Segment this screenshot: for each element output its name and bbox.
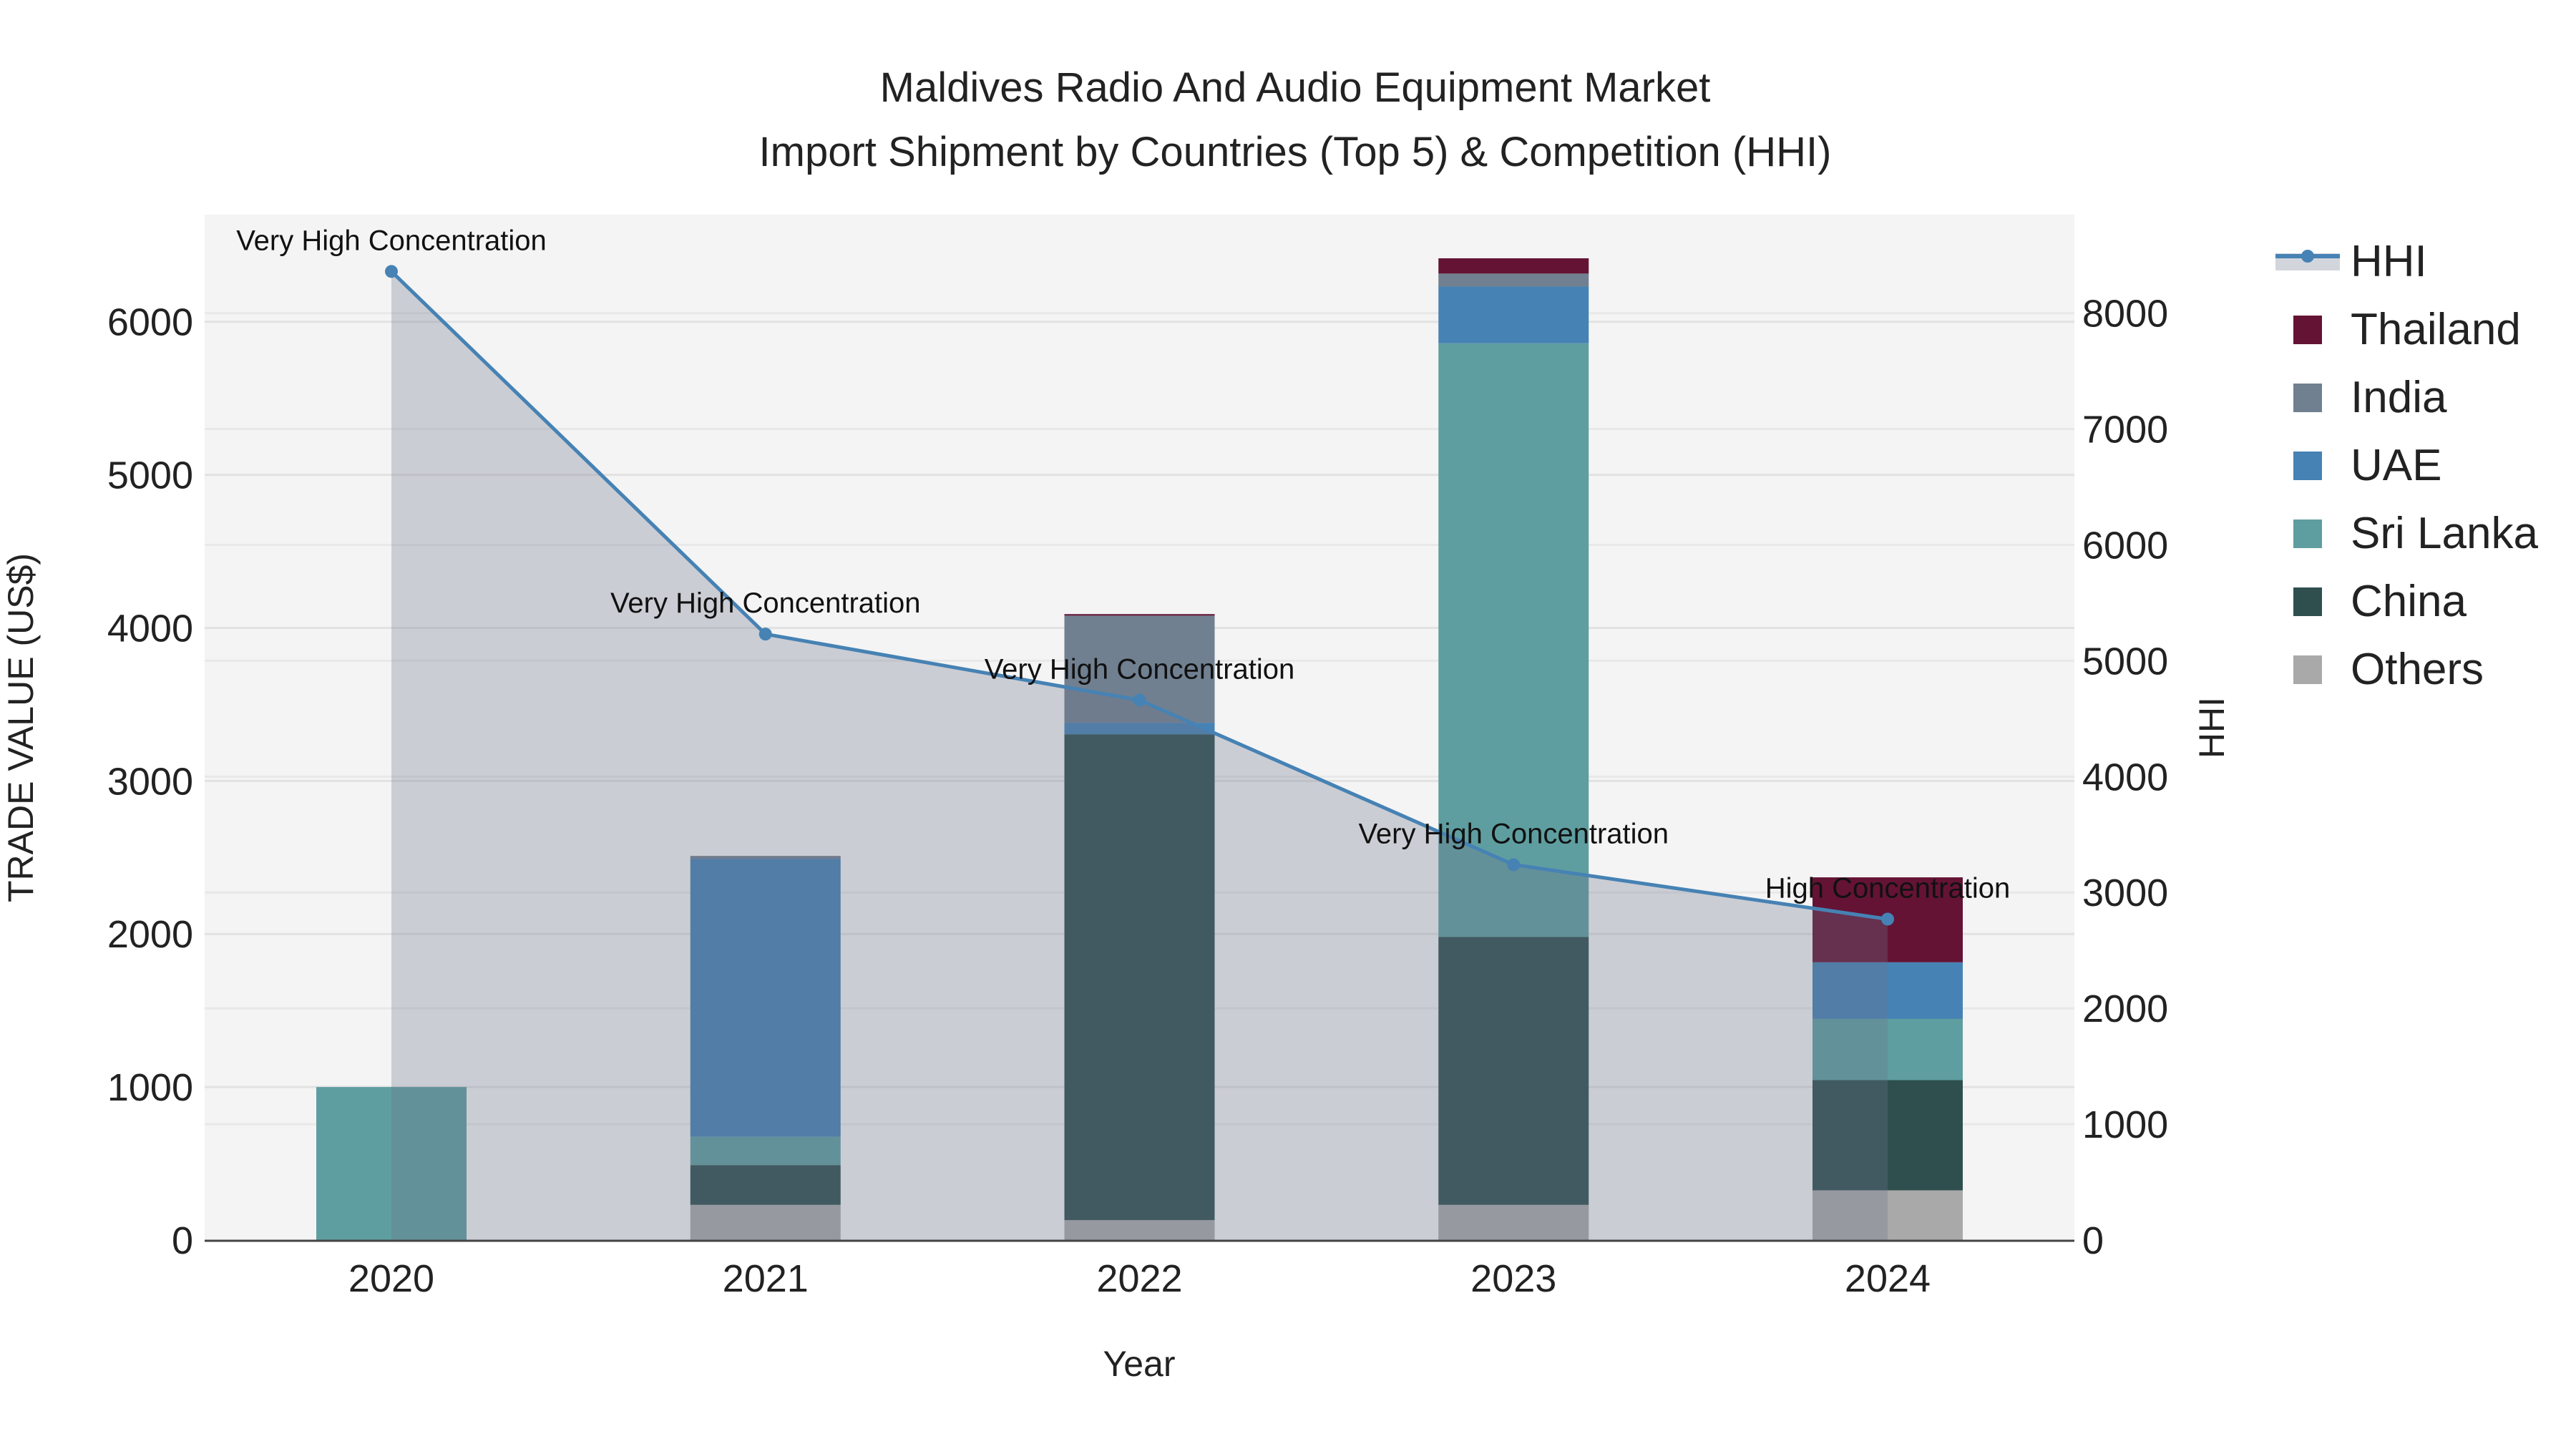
hhi-annotation: Very High Concentration xyxy=(610,587,921,619)
hhi-point-2022 xyxy=(1133,693,1146,707)
y2-tick-label: 6000 xyxy=(2082,524,2168,567)
y-tick-label: 1000 xyxy=(107,1066,193,1109)
x-tick-label: 2020 xyxy=(348,1257,434,1300)
hhi-annotation: High Concentration xyxy=(1765,872,2010,904)
y-tick-label: 3000 xyxy=(107,760,193,803)
legend-marker-hhi xyxy=(2301,250,2314,263)
legend-label: Sri Lanka xyxy=(2351,509,2538,558)
x-tick-label: 2021 xyxy=(723,1257,809,1300)
legend: HHI Thailand India UAE Sri Lanka China Others xyxy=(2275,237,2538,694)
hhi-point-2024 xyxy=(1881,912,1894,926)
y2-tick-label: 5000 xyxy=(2082,640,2168,683)
x-tick-label: 2023 xyxy=(1470,1257,1556,1300)
y2-tick-label: 8000 xyxy=(2082,293,2168,336)
legend-label: UAE xyxy=(2351,441,2441,490)
y2-tick-label: 1000 xyxy=(2082,1103,2168,1146)
legend-swatch-others xyxy=(2293,655,2322,684)
legend-swatch-india xyxy=(2293,384,2322,412)
x-tick-label: 2024 xyxy=(1845,1257,1931,1300)
y-tick-label: 0 xyxy=(172,1219,193,1262)
y2-tick-label: 4000 xyxy=(2082,756,2168,799)
x-axis-label: Year xyxy=(1103,1344,1175,1384)
y-tick-label: 4000 xyxy=(107,607,193,650)
y-tick-label: 6000 xyxy=(107,301,193,344)
hhi-annotation: Very High Concentration xyxy=(1358,818,1669,849)
y2-tick-label: 3000 xyxy=(2082,872,2168,914)
legend-label: India xyxy=(2351,373,2447,422)
bar-uae-2023 xyxy=(1438,286,1589,343)
y2-axis-label: HHI xyxy=(2192,697,2232,758)
legend-label: Others xyxy=(2351,645,2484,694)
x-tick-label: 2022 xyxy=(1096,1257,1182,1300)
hhi-annotation: Very High Concentration xyxy=(985,653,1295,685)
chart-subtitle: Import Shipment by Countries (Top 5) & C… xyxy=(759,129,1832,175)
y-axis-ticks: 0 1000 2000 3000 4000 5000 6000 xyxy=(107,301,193,1262)
bar-thailand-2022 xyxy=(1064,614,1215,616)
bar-india-2023 xyxy=(1438,273,1589,287)
legend-swatch-thailand xyxy=(2293,316,2322,344)
hhi-point-2020 xyxy=(385,265,398,278)
y2-tick-label: 0 xyxy=(2082,1219,2104,1262)
legend-label: China xyxy=(2351,577,2467,626)
hhi-annotation: Very High Concentration xyxy=(236,225,547,256)
hhi-point-2023 xyxy=(1507,858,1521,872)
legend-label: HHI xyxy=(2351,237,2427,286)
legend-swatch-china xyxy=(2293,587,2322,616)
y2-axis-ticks: 0 1000 2000 3000 4000 5000 6000 7000 8000 xyxy=(2082,293,2168,1262)
legend-swatch-uae xyxy=(2293,452,2322,480)
hhi-point-2021 xyxy=(758,628,772,641)
chart: Very High Concentration Very High Concent… xyxy=(1,64,2538,1384)
y-tick-label: 2000 xyxy=(107,913,193,956)
bar-thailand-2023 xyxy=(1438,258,1589,274)
y2-tick-label: 2000 xyxy=(2082,987,2168,1030)
legend-swatch-sri-lanka xyxy=(2293,519,2322,548)
y-axis-label: TRADE VALUE (US$) xyxy=(1,553,41,902)
x-axis-ticks: 2020 2021 2022 2023 2024 xyxy=(348,1257,1931,1300)
chart-title: Maldives Radio And Audio Equipment Marke… xyxy=(880,64,1711,111)
y-tick-label: 5000 xyxy=(107,454,193,497)
y2-tick-label: 7000 xyxy=(2082,409,2168,452)
legend-label: Thailand xyxy=(2351,305,2521,354)
